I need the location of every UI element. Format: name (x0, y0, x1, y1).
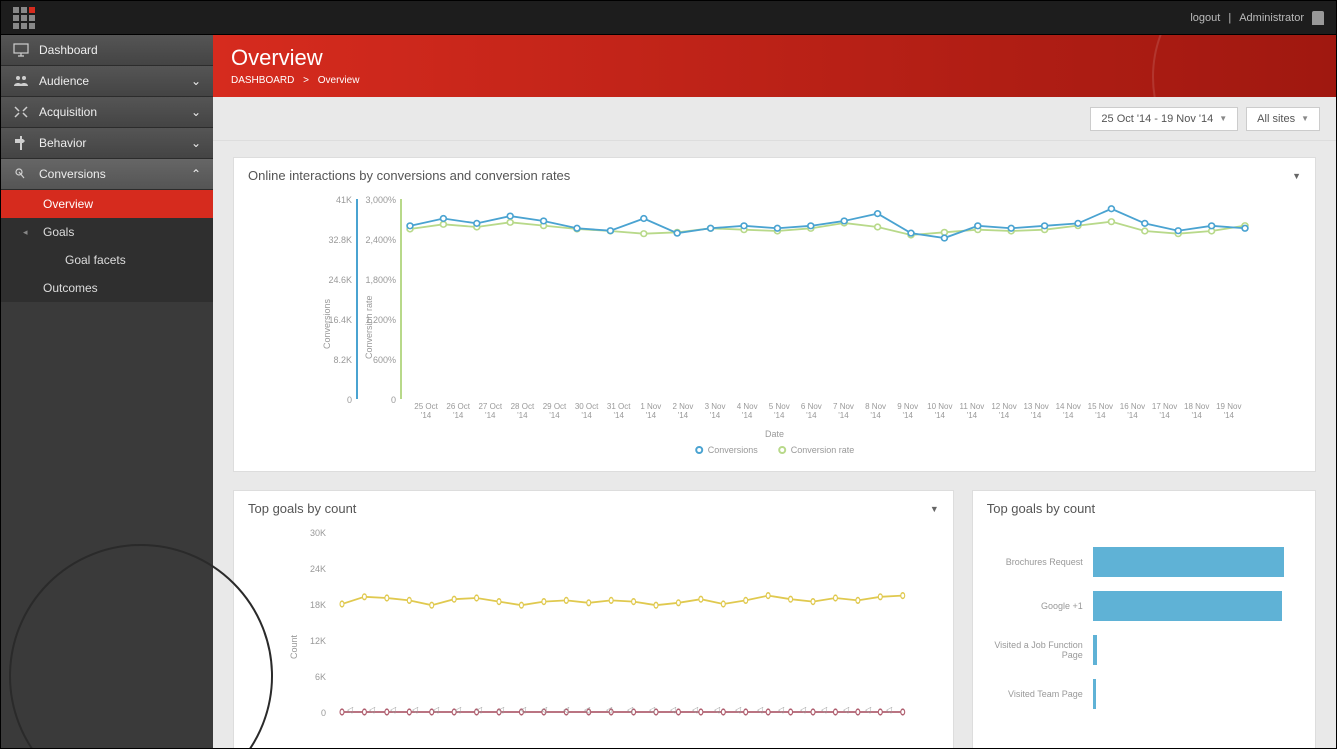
nav-label: Behavior (39, 136, 86, 150)
daterange-picker[interactable]: 25 Oct '14 - 19 Nov '14 ▼ (1090, 107, 1238, 131)
nav-label: Conversions (39, 167, 106, 181)
nav-behavior[interactable]: Behavior ⌄ (1, 128, 213, 159)
bar-label: Google +1 (973, 601, 1083, 611)
conversions-line-chart: 41K32.8K24.6K16.4K8.2K0 Conversions 3,00… (264, 199, 1285, 459)
subnav-overview[interactable]: Overview (1, 190, 213, 218)
bar-label: Visited Team Page (973, 689, 1083, 699)
page-header: Overview DASHBOARD > Overview (213, 35, 1336, 97)
breadcrumb-current: Overview (318, 75, 360, 86)
app-logo[interactable] (13, 7, 37, 29)
nav-label: Dashboard (39, 43, 98, 57)
site-picker[interactable]: All sites ▼ (1246, 107, 1320, 131)
top-goals-line-chart: 30K24K18K12K6K0 Count ▷▷▷▷▷▷▷▷▷▷▷▷▷▷▷▷▷▷… (264, 532, 923, 742)
bar-row: Brochures Request (973, 540, 1295, 584)
card-conversions-chart: Online interactions by conversions and c… (233, 157, 1316, 472)
chevron-down-icon: ⌄ (191, 105, 201, 119)
sidebar: Dashboard Audience ⌄ Acquisition ⌄ Behav… (1, 35, 213, 748)
bar-label: Brochures Request (973, 557, 1083, 567)
nav-label: Acquisition (39, 105, 97, 119)
top-goals-bar-chart: Brochures Request Google +1 Visited a Job … (973, 526, 1315, 726)
chart-legend: Conversions Conversion rate (695, 445, 855, 455)
card-title: Top goals by count (248, 501, 356, 516)
breadcrumb-sep: > (303, 75, 309, 86)
breadcrumb-root[interactable]: DASHBOARD (231, 75, 294, 86)
bar-row: Visited a Job Function Page (973, 628, 1295, 672)
nav-label: Audience (39, 74, 89, 88)
people-icon (13, 74, 29, 88)
subnav-goals[interactable]: Goals (1, 218, 213, 246)
y-axis-label: Count (289, 635, 299, 659)
y-ticks: 30K24K18K12K6K0 (296, 528, 326, 744)
nav-acquisition[interactable]: Acquisition ⌄ (1, 97, 213, 128)
page-title: Overview (231, 45, 1318, 71)
tap-icon (13, 167, 29, 181)
bar-label: Visited a Job Function Page (973, 640, 1083, 660)
toolbar: 25 Oct '14 - 19 Nov '14 ▼ All sites ▼ (213, 97, 1336, 141)
x-tick-labels: ▷▷▷▷▷▷▷▷▷▷▷▷▷▷▷▷▷▷▷▷▷▷▷▷▷▷ (342, 716, 903, 725)
bar (1093, 591, 1282, 621)
card-top-goals-bar: Top goals by count Brochures Request Goog… (972, 490, 1316, 748)
user-icon[interactable] (1312, 11, 1324, 25)
chevron-up-icon: ⌃ (191, 167, 201, 181)
bar-row: Google +1 (973, 584, 1295, 628)
bar (1093, 679, 1096, 709)
card-menu-icon[interactable]: ▼ (1292, 171, 1301, 181)
caret-down-icon: ▼ (1301, 114, 1309, 123)
monitor-icon (13, 43, 29, 57)
card-title: Top goals by count (987, 501, 1095, 516)
arrows-in-icon (13, 105, 29, 119)
subnav-outcomes[interactable]: Outcomes (1, 274, 213, 302)
card-menu-icon[interactable]: ▼ (930, 504, 939, 514)
chevron-down-icon: ⌄ (191, 136, 201, 150)
y-left-axis-label: Conversions (322, 299, 332, 349)
breadcrumb: DASHBOARD > Overview (231, 75, 1318, 86)
topbar: logout | Administrator (1, 1, 1336, 35)
x-axis-label: Date (765, 429, 784, 439)
logout-link[interactable]: logout (1190, 12, 1220, 24)
scroll-area[interactable]: Online interactions by conversions and c… (213, 141, 1336, 748)
x-tick-labels: 25 Oct'1426 Oct'1427 Oct'1428 Oct'1429 O… (410, 403, 1245, 421)
bar-row: Visited Team Page (973, 672, 1295, 716)
card-title: Online interactions by conversions and c… (248, 168, 570, 183)
caret-down-icon: ▼ (1219, 114, 1227, 123)
user-link[interactable]: Administrator (1239, 12, 1304, 24)
bar (1093, 635, 1097, 665)
y-right-axis-label: Conversion rate (364, 295, 374, 359)
signpost-icon (13, 136, 29, 150)
content: Overview DASHBOARD > Overview 25 Oct '14… (213, 35, 1336, 748)
chevron-down-icon: ⌄ (191, 74, 201, 88)
card-top-goals-line: Top goals by count ▼ 30K24K18K12K6K0 Cou… (233, 490, 954, 748)
bar (1093, 547, 1284, 577)
conversions-submenu: Overview Goals Goal facets Outcomes (1, 190, 213, 302)
nav-dashboard[interactable]: Dashboard (1, 35, 213, 66)
nav-conversions[interactable]: Conversions ⌃ (1, 159, 213, 190)
topbar-sep: | (1228, 12, 1231, 24)
subnav-goal-facets[interactable]: Goal facets (1, 246, 213, 274)
nav-audience[interactable]: Audience ⌄ (1, 66, 213, 97)
